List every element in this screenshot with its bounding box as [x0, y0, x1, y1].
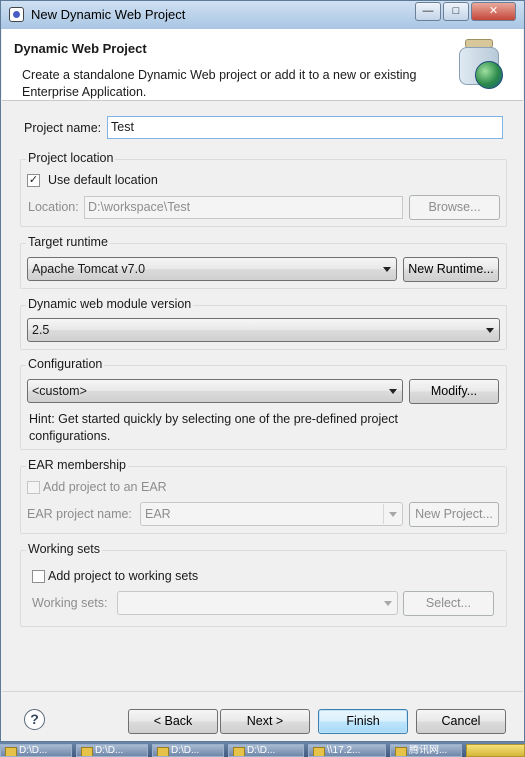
ear-project-name-select[interactable]: EAR [140, 502, 403, 526]
chevron-down-icon [486, 328, 494, 333]
configuration-hint: Hint: Get started quickly by selecting o… [29, 412, 398, 443]
finish-button[interactable]: Finish [318, 709, 408, 734]
taskbar-notification-area[interactable] [466, 744, 525, 757]
close-button[interactable]: ✕ [471, 2, 516, 21]
target-runtime-select[interactable]: Apache Tomcat v7.0 [27, 257, 397, 281]
wizard-title: Dynamic Web Project [14, 41, 147, 56]
project-name-label: Project name: [24, 121, 102, 135]
wizard-header: Dynamic Web Project Create a standalone … [2, 29, 523, 101]
web-project-jar-icon [457, 39, 507, 91]
new-ear-project-button[interactable]: New Project... [409, 502, 499, 527]
wizard-description: Create a standalone Dynamic Web project … [22, 68, 417, 99]
browse-button[interactable]: Browse... [409, 195, 500, 220]
module-version-title: Dynamic web module version [26, 297, 194, 311]
location-label: Location: [28, 200, 79, 214]
use-default-location-label: Use default location [48, 173, 158, 187]
configuration-value: <custom> [32, 384, 87, 398]
ear-project-name-label: EAR project name: [27, 507, 132, 521]
help-icon[interactable]: ? [24, 709, 45, 730]
dialog-window: New Dynamic Web Project — □ ✕ Dynamic We… [0, 0, 525, 742]
chevron-down-icon [389, 389, 397, 394]
select-working-sets-button[interactable]: Select... [403, 591, 494, 616]
configuration-title: Configuration [26, 357, 105, 371]
module-version-select[interactable]: 2.5 [27, 318, 500, 342]
taskbar-item[interactable]: D:\D... [0, 744, 72, 757]
add-to-ear-label: Add project to an EAR [43, 480, 167, 494]
location-input[interactable]: D:\workspace\Test [84, 196, 403, 219]
add-to-working-sets-label: Add project to working sets [48, 569, 199, 583]
taskbar-item[interactable]: 腾讯网... [390, 744, 462, 757]
target-runtime-value: Apache Tomcat v7.0 [32, 262, 146, 276]
chevron-down-icon [389, 512, 397, 517]
working-sets-title: Working sets [26, 542, 103, 556]
new-runtime-button[interactable]: New Runtime... [403, 257, 499, 282]
title-bar[interactable]: New Dynamic Web Project — □ ✕ [1, 1, 524, 29]
use-default-location-checkbox[interactable]: ✓ [27, 174, 40, 187]
project-location-title: Project location [26, 151, 116, 165]
project-name-input[interactable]: Test [107, 116, 503, 139]
target-runtime-title: Target runtime [26, 235, 110, 249]
taskbar-item[interactable]: D:\D... [228, 744, 304, 757]
taskbar-item[interactable]: \\17.2... [308, 744, 386, 757]
chevron-down-icon [383, 267, 391, 272]
taskbar-item[interactable]: D:\D... [152, 744, 224, 757]
window-title: New Dynamic Web Project [31, 7, 186, 22]
footer-divider [2, 691, 523, 692]
working-sets-select[interactable] [117, 591, 398, 615]
modify-button[interactable]: Modify... [409, 379, 499, 404]
working-sets-label: Working sets: [32, 596, 108, 610]
ear-project-name-value: EAR [145, 507, 171, 521]
configuration-select[interactable]: <custom> [27, 379, 403, 403]
taskbar-item[interactable]: D:\D... [76, 744, 148, 757]
minimize-button[interactable]: — [415, 2, 441, 21]
back-button[interactable]: < Back [128, 709, 218, 734]
module-version-value: 2.5 [32, 323, 50, 337]
add-to-ear-checkbox[interactable] [27, 481, 40, 494]
chevron-down-icon [384, 601, 392, 606]
maximize-button[interactable]: □ [443, 2, 469, 21]
add-to-working-sets-checkbox[interactable] [32, 570, 45, 583]
next-button[interactable]: Next > [220, 709, 310, 734]
cancel-button[interactable]: Cancel [416, 709, 506, 734]
os-taskbar: D:\D... D:\D... D:\D... D:\D... \\17.2..… [0, 742, 525, 757]
eclipse-app-icon [9, 7, 24, 22]
ear-membership-title: EAR membership [26, 458, 128, 472]
